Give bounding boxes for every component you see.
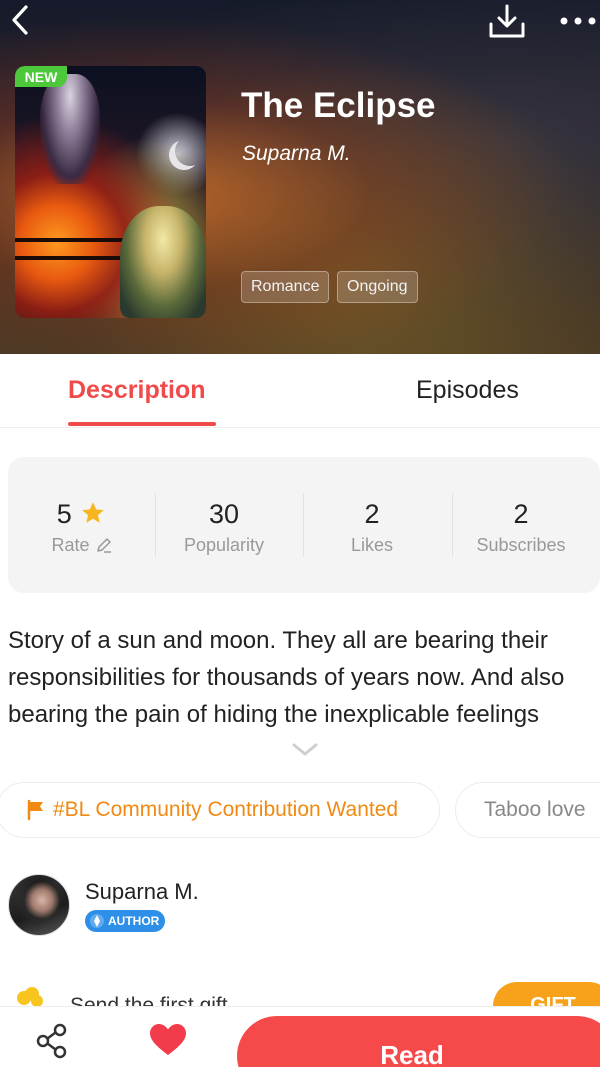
like-button[interactable] — [148, 1022, 188, 1058]
author-badge-label: AUTHOR — [108, 914, 160, 928]
cover-character-dark — [40, 74, 100, 184]
active-tab-indicator — [68, 422, 216, 426]
back-icon — [12, 5, 28, 35]
flag-icon — [27, 799, 43, 821]
tag-chip-taboo-love[interactable]: Taboo love — [455, 782, 600, 838]
author-avatar[interactable] — [8, 874, 70, 936]
heart-icon — [150, 1024, 186, 1055]
rate-label: Rate — [51, 535, 90, 555]
share-button[interactable] — [34, 1022, 72, 1060]
share-icon — [36, 1023, 67, 1059]
book-title: The Eclipse — [241, 86, 436, 125]
cover-moon — [175, 136, 205, 166]
stat-popularity: 30 Popularity — [150, 457, 298, 593]
popularity-label: Popularity — [183, 535, 265, 555]
subscribes-value: 2 — [513, 499, 529, 529]
download-icon — [489, 4, 525, 38]
back-button[interactable] — [2, 2, 38, 38]
star-icon — [82, 502, 105, 523]
cover-character-light — [120, 206, 206, 318]
tab-episodes[interactable]: Episodes — [416, 376, 519, 405]
read-button[interactable]: Read — [237, 1016, 600, 1067]
popularity-value: 30 — [208, 499, 240, 529]
book-header: NEW The Eclipse Suparna M. Romance Ongoi… — [0, 0, 600, 354]
taboo-chip-label: Taboo love — [484, 798, 586, 821]
likes-label: Likes — [350, 535, 394, 555]
stat-rate[interactable]: 5 Rate — [8, 457, 156, 593]
tab-bar: Description Episodes — [0, 354, 600, 428]
community-chip-label: #BL Community Contribution Wanted — [53, 798, 399, 821]
stats-panel: 5 Rate 30 Popularity 2 Likes 2 Subscribe… — [8, 457, 600, 593]
stat-likes: 2 Likes — [298, 457, 446, 593]
chevron-down-icon — [292, 743, 318, 756]
tag-romance[interactable]: Romance — [241, 271, 330, 303]
likes-value: 2 — [364, 499, 380, 529]
edit-icon — [96, 538, 111, 553]
community-chip[interactable]: #BL Community Contribution Wanted — [0, 782, 440, 838]
description-text: Story of a sun and moon. They all are be… — [8, 627, 565, 728]
more-button[interactable] — [556, 6, 600, 36]
author-name[interactable]: Suparna M. — [85, 879, 199, 905]
subscribes-label: Subscribes — [476, 535, 566, 555]
more-icon — [560, 17, 596, 25]
download-button[interactable] — [486, 2, 528, 40]
author-badge: AUTHOR — [85, 910, 166, 932]
stat-subscribes: 2 Subscribes — [447, 457, 595, 593]
book-cover[interactable] — [15, 66, 206, 318]
tag-ongoing[interactable]: Ongoing — [337, 271, 418, 303]
tab-description[interactable]: Description — [68, 376, 206, 405]
book-author[interactable]: Suparna M. — [242, 142, 351, 166]
expand-description-button[interactable] — [290, 740, 320, 760]
rate-value: 5 — [56, 499, 72, 529]
new-badge: NEW — [15, 66, 67, 87]
author-badge-icon — [90, 914, 104, 928]
